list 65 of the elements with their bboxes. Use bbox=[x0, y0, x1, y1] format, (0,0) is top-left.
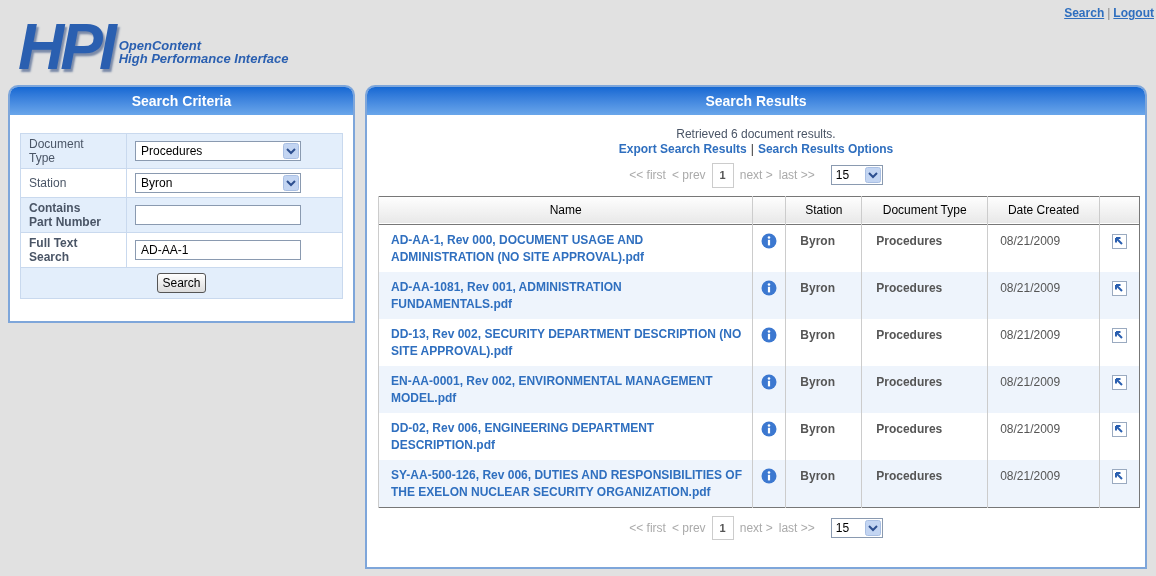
dropdown-caret-icon bbox=[864, 519, 881, 536]
open-link-icon[interactable] bbox=[1112, 233, 1127, 249]
table-cell: Byron bbox=[800, 374, 835, 389]
dropdown[interactable]: Byron bbox=[135, 173, 301, 193]
document-link[interactable]: DD-02, Rev 006, ENGINEERING DEPARTMENT DESCRIPTION.pdf bbox=[391, 419, 745, 454]
dropdown[interactable]: Procedures bbox=[135, 141, 301, 161]
panel-title: Search Results bbox=[367, 87, 1145, 115]
info-icon[interactable] bbox=[761, 421, 778, 438]
panel-title: Search Criteria bbox=[10, 87, 353, 115]
document-link[interactable]: AD-AA-1, Rev 000, DOCUMENT USAGE AND ADMINISTRATION (NO SITE APPROVAL).pdf bbox=[391, 231, 745, 266]
field-label: Station bbox=[29, 176, 67, 190]
info-icon[interactable] bbox=[761, 327, 778, 344]
table-cell: Procedures bbox=[876, 374, 943, 389]
dropdown-caret-icon bbox=[864, 167, 881, 184]
document-link[interactable]: DD-13, Rev 002, SECURITY DEPARTMENT DESCRIPTION (NO SITE APPROVAL).pdf bbox=[391, 325, 745, 360]
open-link-icon[interactable] bbox=[1112, 327, 1127, 343]
search-button[interactable]: Search bbox=[157, 273, 206, 293]
table-cell: 08/21/2009 bbox=[1000, 421, 1061, 436]
table-cell: 08/21/2009 bbox=[1000, 280, 1061, 295]
table-cell: Byron bbox=[800, 468, 835, 483]
input-field[interactable] bbox=[135, 205, 301, 225]
table-cell: Procedures bbox=[876, 233, 943, 248]
dropdown-caret-icon bbox=[283, 175, 299, 191]
table-cell: 08/21/2009 bbox=[1000, 327, 1061, 342]
document-link[interactable]: EN-AA-0001, Rev 002, ENVIRONMENTAL MANAGEMENT MODEL.pdf bbox=[391, 372, 745, 407]
logo-mark: HPI bbox=[18, 15, 113, 79]
table-cell: Byron bbox=[800, 327, 835, 342]
table-cell: Byron bbox=[800, 421, 835, 436]
document-link[interactable]: AD-AA-1081, Rev 001, ADMINISTRATION FUNDAMENTALS.pdf bbox=[391, 278, 745, 313]
link-separator: | bbox=[750, 142, 754, 157]
field-label: Document Type bbox=[29, 137, 85, 165]
top-link[interactable]: Search bbox=[1064, 4, 1105, 22]
info-icon[interactable] bbox=[761, 233, 778, 250]
field-label: Full Text Search bbox=[29, 236, 79, 264]
column-header: Date Created bbox=[1007, 203, 1080, 217]
table-cell: Procedures bbox=[876, 421, 943, 436]
link-separator: | bbox=[1107, 5, 1111, 22]
logo-text: High Performance Interface bbox=[118, 52, 289, 65]
info-icon[interactable] bbox=[761, 468, 778, 485]
open-link-icon[interactable] bbox=[1112, 421, 1127, 437]
info-icon[interactable] bbox=[761, 280, 778, 297]
top-link[interactable]: Logout bbox=[1113, 4, 1154, 22]
results-link[interactable]: Search Results Options bbox=[757, 142, 894, 157]
column-header: Station bbox=[805, 203, 843, 217]
table-cell: Procedures bbox=[876, 327, 943, 342]
column-header: Document Type bbox=[882, 203, 967, 217]
open-link-icon[interactable] bbox=[1112, 280, 1127, 296]
logo-text: OpenContent bbox=[118, 39, 203, 52]
table-cell: Byron bbox=[800, 280, 835, 295]
table-cell: Byron bbox=[800, 233, 835, 248]
results-link[interactable]: Export Search Results bbox=[618, 142, 747, 157]
dropdown-caret-icon bbox=[283, 143, 299, 159]
table-cell: 08/21/2009 bbox=[1000, 468, 1061, 483]
table-cell: 08/21/2009 bbox=[1000, 233, 1061, 248]
table-cell: Procedures bbox=[876, 468, 943, 483]
column-header: Name bbox=[549, 203, 582, 217]
table-cell: Procedures bbox=[876, 280, 943, 295]
input-field[interactable]: AD-AA-1 bbox=[135, 240, 301, 260]
document-link[interactable]: SY-AA-500-126, Rev 006, DUTIES AND RESPONSIBILITIES OF THE EXELON NUCLEAR SECURITY ORGANIZATION.pdf bbox=[391, 466, 745, 501]
results-summary: Retrieved 6 document results. bbox=[676, 127, 836, 142]
info-icon[interactable] bbox=[761, 374, 778, 391]
open-link-icon[interactable] bbox=[1112, 374, 1127, 390]
table-cell: 08/21/2009 bbox=[1000, 374, 1061, 389]
field-label: Contains Part Number bbox=[29, 201, 102, 229]
open-link-icon[interactable] bbox=[1112, 468, 1127, 484]
